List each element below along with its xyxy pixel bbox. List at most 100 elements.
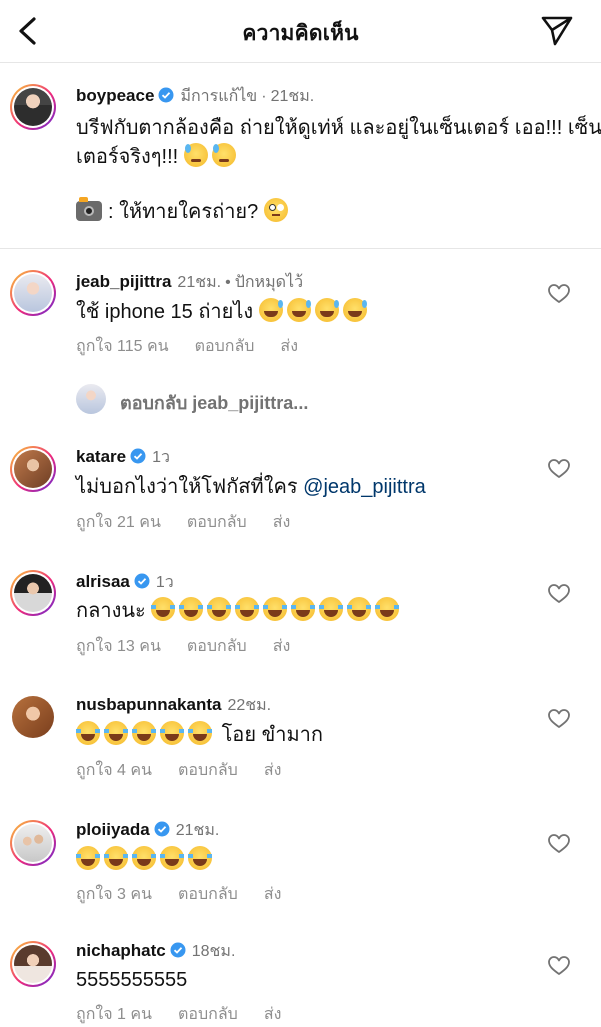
edited-label: มีการแก้ไข bbox=[180, 88, 258, 105]
username[interactable]: jeab_pijittra bbox=[76, 272, 171, 291]
send-button[interactable]: ส่ง bbox=[280, 338, 298, 355]
comment-header: nichaphatc 18ชม. bbox=[76, 940, 235, 963]
pinned-label: ปักหมุดไว้ bbox=[234, 274, 304, 291]
tears-of-joy-emoji-icon bbox=[291, 597, 316, 621]
verified-badge-icon bbox=[154, 821, 170, 837]
grin-sweat-emoji-icon bbox=[258, 298, 283, 322]
tears-of-joy-emoji-icon bbox=[179, 597, 204, 621]
avatar bbox=[76, 384, 106, 414]
downcast-sweat-emoji-icon bbox=[183, 143, 208, 167]
timestamp: 22ชม. bbox=[227, 697, 272, 714]
avatar[interactable] bbox=[10, 694, 56, 740]
tears-of-joy-emoji-icon bbox=[347, 597, 372, 621]
grin-sweat-emoji-icon bbox=[286, 298, 311, 322]
reply-button[interactable]: ตอบกลับ bbox=[187, 638, 247, 655]
verified-badge-icon bbox=[134, 573, 150, 589]
reply-button[interactable]: ตอบกลับ bbox=[187, 514, 247, 531]
likes-count[interactable]: ถูกใจ 21 คน bbox=[76, 514, 161, 531]
caption-line-2: เตอร์จริงๆ!!! bbox=[76, 146, 179, 168]
downcast-sweat-emoji-icon bbox=[211, 143, 236, 167]
heart-icon[interactable] bbox=[548, 956, 570, 976]
tears-of-joy-emoji-icon bbox=[104, 846, 128, 870]
tears-of-joy-emoji-icon bbox=[263, 597, 288, 621]
timestamp: 21ชม. bbox=[177, 274, 222, 291]
avatar[interactable] bbox=[10, 84, 56, 130]
tears-of-joy-emoji-icon bbox=[188, 846, 212, 870]
username[interactable]: katare bbox=[76, 447, 126, 466]
mention-link[interactable]: @jeab_pijittra bbox=[303, 476, 426, 498]
paper-plane-icon[interactable] bbox=[540, 14, 574, 46]
page-title: ความคิดเห็น bbox=[242, 22, 359, 45]
heart-icon[interactable] bbox=[548, 284, 570, 304]
top-bar: ความคิดเห็น bbox=[0, 0, 601, 63]
reply-button[interactable]: ตอบกลับ bbox=[178, 1006, 238, 1023]
caption-line-1: บรีฟกับตากล้องคือ ถ่ายให้ดูเท่ห์ และอยู่… bbox=[76, 117, 601, 139]
avatar[interactable] bbox=[10, 446, 56, 492]
heart-icon[interactable] bbox=[548, 709, 570, 729]
verified-badge-icon bbox=[158, 87, 174, 103]
tears-of-joy-emoji-icon bbox=[235, 597, 260, 621]
reply-button[interactable]: ตอบกลับ bbox=[178, 762, 238, 779]
send-button[interactable]: ส่ง bbox=[264, 1006, 282, 1023]
view-replies-label: ตอบกลับ jeab_pijittra... bbox=[120, 393, 309, 413]
tears-of-joy-emoji-icon bbox=[160, 846, 184, 870]
username[interactable]: boypeace bbox=[76, 86, 154, 105]
comment-header: katare 1ว bbox=[76, 446, 170, 469]
heart-icon[interactable] bbox=[548, 459, 570, 479]
likes-count[interactable]: ถูกใจ 4 คน bbox=[76, 762, 152, 779]
grin-sweat-emoji-icon bbox=[342, 298, 367, 322]
camera-flash-emoji-icon bbox=[76, 197, 102, 221]
verified-badge-icon bbox=[130, 448, 146, 464]
tears-of-joy-emoji-icon bbox=[104, 721, 128, 745]
comment-text: 5555555555 bbox=[76, 969, 188, 991]
comment-header: ploiiyada 21ชม. bbox=[76, 819, 219, 842]
comment-text: กลางนะ bbox=[76, 597, 403, 626]
timestamp: 18ชม. bbox=[191, 943, 236, 960]
timestamp: 21ชม. bbox=[175, 822, 220, 839]
tears-of-joy-emoji-icon bbox=[207, 597, 232, 621]
comment-text: ไม่บอกไงว่าให้โฟกัสที่ใคร @jeab_pijittra bbox=[76, 476, 426, 498]
send-button[interactable]: ส่ง bbox=[273, 638, 291, 655]
comment-header: jeab_pijittra 21ชม. • ปักหมุดไว้ bbox=[76, 272, 304, 291]
likes-count[interactable]: ถูกใจ 115 คน bbox=[76, 338, 169, 355]
send-button[interactable]: ส่ง bbox=[264, 762, 282, 779]
send-button[interactable]: ส่ง bbox=[264, 886, 282, 903]
heart-icon[interactable] bbox=[548, 584, 570, 604]
comment-text bbox=[76, 846, 216, 875]
avatar[interactable] bbox=[10, 820, 56, 866]
reply-button[interactable]: ตอบกลับ bbox=[178, 886, 238, 903]
likes-count[interactable]: ถูกใจ 1 คน bbox=[76, 1006, 152, 1023]
heart-icon[interactable] bbox=[548, 834, 570, 854]
timestamp: 21ชม. bbox=[270, 88, 315, 105]
avatar[interactable] bbox=[10, 270, 56, 316]
post-caption: boypeace มีการแก้ไข · 21ชม. บรีฟกับตากล้องค… bbox=[0, 62, 601, 249]
tears-of-joy-emoji-icon bbox=[160, 721, 184, 745]
comment-header: alrisaa 1ว bbox=[76, 571, 174, 594]
tears-of-joy-emoji-icon bbox=[375, 597, 400, 621]
comment-header: nusbapunnakanta 22ชม. bbox=[76, 694, 271, 717]
avatar[interactable] bbox=[10, 941, 56, 987]
comment-text: โอย ขำมาก bbox=[76, 721, 323, 750]
timestamp: 1ว bbox=[155, 574, 174, 591]
tears-of-joy-emoji-icon bbox=[188, 721, 212, 745]
tears-of-joy-emoji-icon bbox=[76, 846, 100, 870]
tears-of-joy-emoji-icon bbox=[132, 846, 156, 870]
likes-count[interactable]: ถูกใจ 13 คน bbox=[76, 638, 161, 655]
avatar[interactable] bbox=[10, 570, 56, 616]
verified-badge-icon bbox=[170, 942, 186, 958]
comment-text: ใช้ iphone 15 ถ่ายไง bbox=[76, 298, 371, 327]
caption-line-3: : ให้ทายใครถ่าย? bbox=[108, 201, 259, 223]
tears-of-joy-emoji-icon bbox=[151, 597, 176, 621]
username[interactable]: ploiiyada bbox=[76, 820, 150, 839]
timestamp: 1ว bbox=[152, 449, 170, 466]
username[interactable]: nichaphatc bbox=[76, 941, 166, 960]
username[interactable]: alrisaa bbox=[76, 572, 130, 591]
send-button[interactable]: ส่ง bbox=[273, 514, 291, 531]
tears-of-joy-emoji-icon bbox=[76, 721, 100, 745]
reply-button[interactable]: ตอบกลับ bbox=[195, 338, 255, 355]
grin-sweat-emoji-icon bbox=[314, 298, 339, 322]
username[interactable]: nusbapunnakanta bbox=[76, 695, 221, 714]
likes-count[interactable]: ถูกใจ 3 คน bbox=[76, 886, 152, 903]
eye-roll-emoji-icon bbox=[263, 198, 288, 222]
tears-of-joy-emoji-icon bbox=[319, 597, 344, 621]
